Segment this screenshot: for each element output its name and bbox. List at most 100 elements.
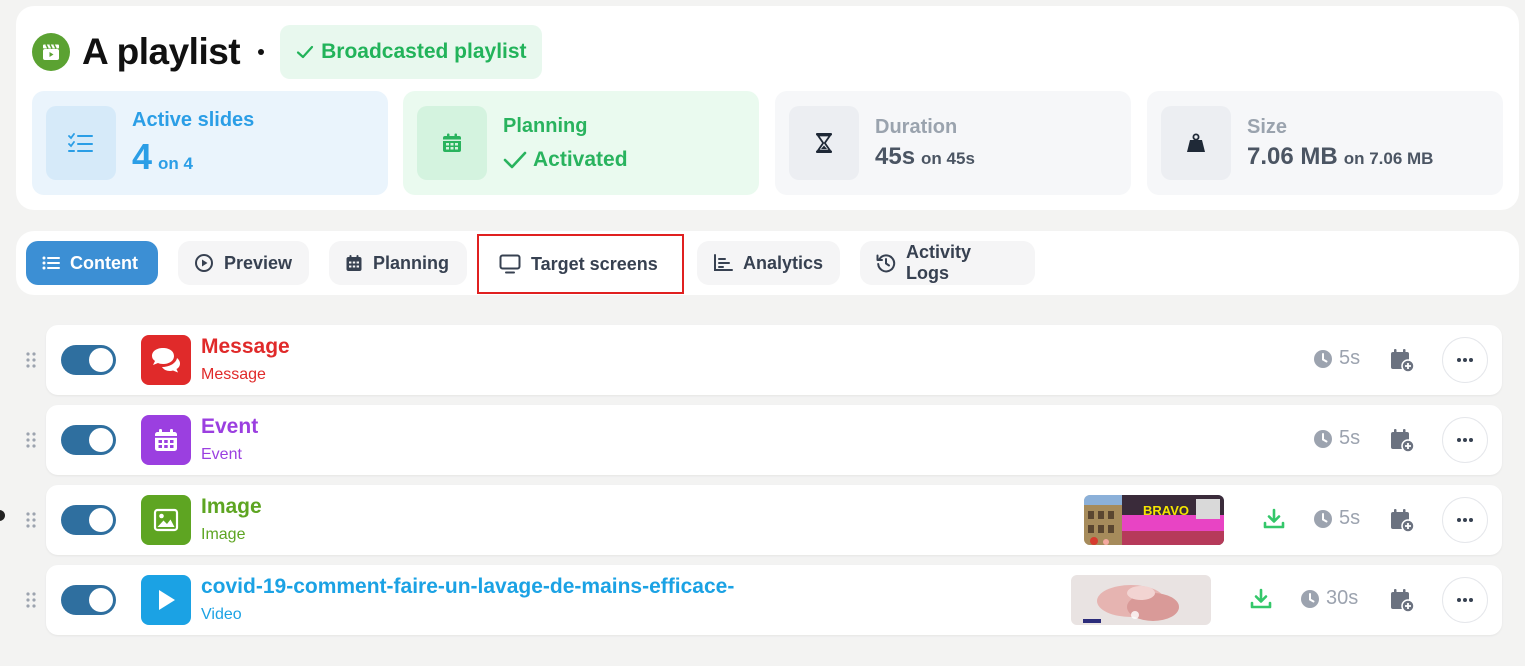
stat-total: on 4 — [158, 153, 193, 173]
drag-handle-icon[interactable] — [24, 430, 38, 450]
scroll-marker — [0, 510, 5, 521]
image-icon — [141, 495, 191, 545]
slide-row[interactable]: Message Message 5s — [46, 325, 1502, 395]
download-icon[interactable] — [1262, 507, 1286, 531]
stat-label: Size — [1247, 115, 1288, 138]
slide-title[interactable]: Image — [201, 495, 262, 519]
slide-row[interactable]: Event Event 5s — [46, 405, 1502, 475]
clapperboard-icon — [32, 33, 70, 71]
slide-duration: 5s — [1313, 347, 1360, 370]
ellipsis-icon — [1457, 438, 1473, 442]
stat-size: Size 7.06 MB on 7.06 MB — [1147, 91, 1503, 195]
stat-active-slides: Active slides 4 on 4 — [32, 91, 388, 195]
ellipsis-icon — [1457, 598, 1473, 602]
tab-label: Preview — [224, 252, 293, 273]
hourglass-icon — [789, 106, 859, 180]
more-options-button[interactable] — [1442, 417, 1488, 463]
list-icon — [42, 256, 60, 270]
slide-row[interactable]: covid-19-comment-faire-un-lavage-de-main… — [46, 565, 1502, 635]
tab-label: Planning — [373, 252, 449, 273]
stat-planning: Planning Activated — [403, 91, 759, 195]
toggle-knob — [89, 588, 113, 612]
clock-icon — [1314, 349, 1332, 368]
tab-preview[interactable]: Preview — [178, 241, 309, 285]
slide-type: Image — [201, 526, 246, 543]
stat-total: on 45s — [921, 148, 975, 168]
bar-chart-icon — [714, 254, 733, 271]
tab-analytics[interactable]: Analytics — [697, 241, 840, 285]
duration-value: 5s — [1339, 427, 1361, 449]
slide-title[interactable]: Message — [201, 335, 290, 359]
enable-toggle[interactable] — [61, 345, 116, 375]
thumbnail-text: BRAVO — [1143, 503, 1189, 518]
clock-icon — [1314, 509, 1332, 528]
tab-target-screens[interactable]: Target screens — [477, 234, 684, 294]
calendar-icon — [141, 415, 191, 465]
calendar-icon — [417, 106, 487, 180]
more-options-button[interactable] — [1442, 337, 1488, 383]
duration-value: 5s — [1339, 507, 1361, 529]
ellipsis-icon — [1457, 518, 1473, 522]
drag-handle-icon[interactable] — [24, 590, 38, 610]
slide-row[interactable]: Image Image BRAVO 5s — [46, 485, 1502, 555]
more-options-button[interactable] — [1442, 577, 1488, 623]
check-icon — [503, 151, 527, 168]
tab-content[interactable]: Content — [26, 241, 158, 285]
tabs-bar: Content Preview Planning Target screens … — [16, 231, 1519, 295]
enable-toggle[interactable] — [61, 505, 116, 535]
separator-dot — [258, 49, 265, 55]
image-thumbnail[interactable]: BRAVO — [1084, 495, 1224, 545]
stat-value: Activated — [533, 147, 628, 171]
history-icon — [876, 254, 896, 273]
weight-icon — [1161, 106, 1231, 180]
schedule-add-icon[interactable] — [1389, 347, 1415, 373]
checklist-icon — [46, 106, 116, 180]
status-badge: Broadcasted playlist — [280, 25, 542, 79]
title-row: A playlist Broadcasted playlist — [32, 22, 542, 82]
stat-value: 4 — [132, 135, 153, 177]
drag-handle-icon[interactable] — [24, 510, 38, 530]
schedule-add-icon[interactable] — [1389, 507, 1415, 533]
toggle-knob — [89, 428, 113, 452]
stat-label: Duration — [875, 115, 958, 138]
duration-value: 30s — [1326, 587, 1359, 609]
slide-type: Message — [201, 366, 266, 383]
chat-bubbles-icon — [141, 335, 191, 385]
toggle-knob — [89, 348, 113, 372]
stat-value: 45s — [875, 142, 916, 170]
ellipsis-icon — [1457, 358, 1473, 362]
stat-value: 7.06 MB — [1247, 142, 1338, 170]
schedule-add-icon[interactable] — [1389, 587, 1415, 613]
tab-planning[interactable]: Planning — [329, 241, 467, 285]
stat-duration: Duration 45s on 45s — [775, 91, 1131, 195]
tab-label: Analytics — [743, 252, 824, 273]
slide-duration: 30s — [1300, 587, 1358, 610]
more-options-button[interactable] — [1442, 497, 1488, 543]
calendar-icon — [346, 255, 362, 271]
clock-icon — [1301, 589, 1319, 608]
slide-duration: 5s — [1313, 427, 1360, 450]
slide-duration: 5s — [1313, 507, 1360, 530]
status-badge-label: Broadcasted playlist — [321, 40, 527, 63]
enable-toggle[interactable] — [61, 585, 116, 615]
slide-title[interactable]: covid-19-comment-faire-un-lavage-de-main… — [201, 575, 734, 599]
download-icon[interactable] — [1249, 587, 1273, 611]
monitor-icon — [499, 254, 521, 274]
page-title: A playlist — [82, 31, 241, 72]
schedule-add-icon[interactable] — [1389, 427, 1415, 453]
toggle-knob — [89, 508, 113, 532]
slide-title[interactable]: Event — [201, 415, 258, 439]
stat-total: on 7.06 MB — [1343, 148, 1434, 168]
tab-label: Target screens — [531, 253, 658, 274]
tab-activity-logs[interactable]: Activity Logs — [860, 241, 1035, 285]
play-circle-icon — [195, 254, 213, 272]
clock-icon — [1314, 429, 1332, 448]
play-icon — [141, 575, 191, 625]
tab-label: Activity Logs — [906, 242, 972, 283]
enable-toggle[interactable] — [61, 425, 116, 455]
video-thumbnail[interactable] — [1071, 575, 1211, 625]
stat-label: Planning — [503, 114, 588, 137]
drag-handle-icon[interactable] — [24, 350, 38, 370]
duration-value: 5s — [1339, 347, 1361, 369]
playlist-header-card: A playlist Broadcasted playlist Active s… — [16, 6, 1519, 210]
